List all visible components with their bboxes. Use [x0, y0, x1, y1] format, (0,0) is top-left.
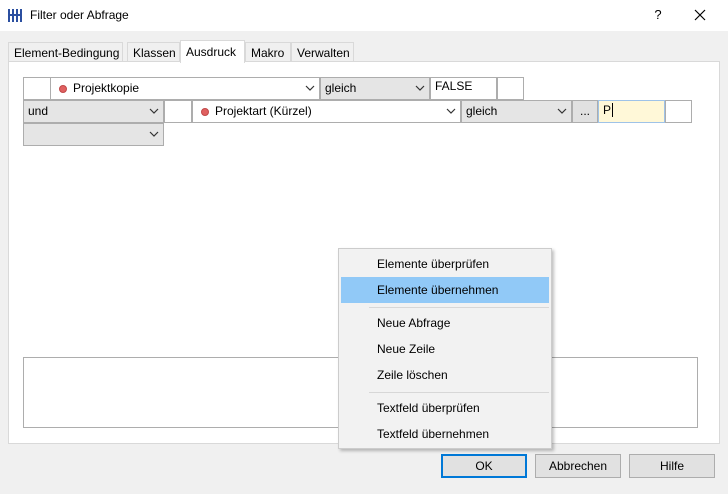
help-title-button[interactable]: ? — [648, 5, 668, 25]
menu-item-elemente-ueberpruefen[interactable]: Elemente überprüfen — [341, 251, 549, 277]
row2-connector-combo[interactable]: und — [23, 100, 164, 123]
chevron-down-icon — [305, 85, 315, 91]
tab-makro[interactable]: Makro — [245, 42, 291, 62]
menu-separator — [369, 392, 549, 393]
row3-connector-combo[interactable] — [23, 123, 164, 146]
row1-lead-cell[interactable] — [23, 77, 51, 100]
cancel-button[interactable]: Abbrechen — [535, 454, 621, 478]
tab-element-bedingung[interactable]: Element-Bedingung — [8, 42, 123, 62]
close-button[interactable] — [680, 4, 720, 26]
row2-operator-label: gleich — [466, 104, 498, 118]
tab-ausdruck[interactable]: Ausdruck — [180, 40, 245, 63]
row2-value-text: P — [603, 103, 612, 117]
tab-klassen[interactable]: Klassen — [127, 42, 180, 62]
row1-attribute-label: Projektkopie — [73, 81, 140, 95]
row2-trail-cell[interactable] — [665, 100, 692, 123]
chevron-down-icon — [149, 108, 159, 114]
chevron-down-icon — [557, 108, 567, 114]
menu-item-textfeld-ueberpruefen[interactable]: Textfeld überprüfen — [341, 395, 549, 421]
menu-item-neue-zeile[interactable]: Neue Zeile — [341, 336, 549, 362]
tab-verwalten[interactable]: Verwalten — [291, 42, 354, 62]
row2-lead-cell[interactable] — [164, 100, 192, 123]
text-caret — [612, 103, 614, 117]
row1-attribute-combo[interactable]: Projektkopie — [50, 77, 320, 100]
row1-operator-label: gleich — [325, 81, 357, 95]
attribute-dot-icon — [201, 108, 209, 116]
menu-item-textfeld-uebernehmen[interactable]: Textfeld übernehmen — [341, 421, 549, 447]
row2-value-field[interactable]: P — [598, 100, 665, 123]
row2-ellipsis-button[interactable]: ... — [572, 100, 598, 123]
menu-separator — [369, 307, 549, 308]
row1-operator-combo[interactable]: gleich — [320, 77, 430, 100]
menu-item-elemente-uebernehmen[interactable]: Elemente übernehmen — [341, 277, 549, 303]
context-menu: Elemente überprüfen Elemente übernehmen … — [338, 248, 552, 449]
menu-item-neue-abfrage[interactable]: Neue Abfrage — [341, 310, 549, 336]
window-title: Filter oder Abfrage — [30, 8, 129, 22]
attribute-dot-icon — [59, 85, 67, 93]
chevron-down-icon — [446, 108, 456, 114]
menu-item-zeile-loeschen[interactable]: Zeile löschen — [341, 362, 549, 388]
row2-attribute-combo[interactable]: Projektart (Kürzel) — [192, 100, 461, 123]
row1-value-field[interactable]: FALSE — [430, 77, 497, 100]
title-bar: Filter oder Abfrage ? — [0, 0, 728, 31]
row2-attribute-label: Projektart (Kürzel) — [215, 104, 312, 118]
row2-operator-combo[interactable]: gleich — [461, 100, 572, 123]
filter-app-icon — [8, 9, 22, 22]
row2-connector-label: und — [28, 104, 49, 118]
help-button[interactable]: Hilfe — [629, 454, 715, 478]
row1-trail-cell[interactable] — [497, 77, 524, 100]
chevron-down-icon — [149, 131, 159, 137]
ok-button[interactable]: OK — [441, 454, 527, 478]
chevron-down-icon — [415, 85, 425, 91]
close-icon — [694, 9, 706, 21]
